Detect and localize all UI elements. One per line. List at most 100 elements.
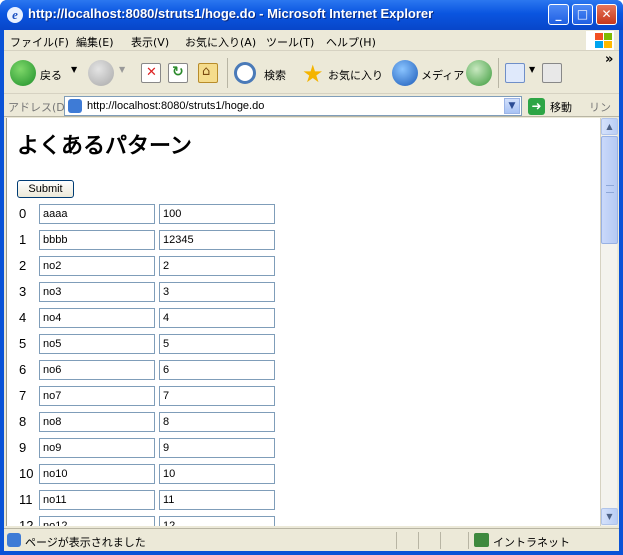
title-bar[interactable]: e http://localhost:8080/struts1/hoge.do … — [0, 0, 623, 30]
address-label: アドレス(D) — [8, 101, 70, 114]
row-index: 0 — [19, 206, 27, 221]
row-index: 3 — [19, 284, 27, 299]
row-name-input[interactable] — [39, 230, 155, 250]
browser-window: e http://localhost:8080/struts1/hoge.do … — [0, 0, 623, 555]
row-value-input[interactable] — [159, 438, 275, 458]
home-icon[interactable]: ⌂ — [198, 63, 218, 83]
row-index: 4 — [19, 310, 27, 325]
row-name-input[interactable] — [39, 256, 155, 276]
go-button[interactable]: ➜ 移動 — [528, 97, 584, 115]
row-index: 8 — [19, 414, 27, 429]
standard-toolbar: 戻る ▼ ▼ ✕ ↻ ⌂ 検索 ★ お気に入り メディア ▼ » — [4, 52, 619, 94]
toolbar-separator — [227, 58, 228, 88]
form-row: 5 — [17, 334, 317, 354]
form-row: 2 — [17, 256, 317, 276]
print-icon[interactable] — [542, 63, 562, 83]
refresh-icon[interactable]: ↻ — [168, 63, 188, 83]
back-label[interactable]: 戻る — [40, 67, 62, 83]
row-value-input[interactable] — [159, 360, 275, 380]
intranet-zone-icon — [474, 533, 489, 547]
form-row: 10 — [17, 464, 317, 484]
page-title: よくあるパターン — [17, 134, 192, 159]
menu-file[interactable]: ファイル(F) — [10, 34, 69, 50]
row-index: 2 — [19, 258, 27, 273]
row-value-input[interactable] — [159, 308, 275, 328]
row-value-input[interactable] — [159, 464, 275, 484]
vertical-scrollbar[interactable]: ▲ ▼ — [600, 118, 618, 526]
row-index: 1 — [19, 232, 27, 247]
window-title: http://localhost:8080/struts1/hoge.do - … — [28, 6, 434, 21]
menu-favorites[interactable]: お気に入り(A) — [185, 34, 256, 50]
scroll-down-icon[interactable]: ▼ — [601, 508, 618, 525]
forward-dropdown-icon[interactable]: ▼ — [119, 65, 125, 74]
media-label[interactable]: メディア — [421, 67, 464, 83]
status-divider — [468, 532, 469, 549]
menu-help[interactable]: ヘルプ(H) — [326, 34, 376, 50]
row-value-input[interactable] — [159, 386, 275, 406]
row-index: 10 — [19, 466, 34, 481]
row-value-input[interactable] — [159, 334, 275, 354]
menu-edit[interactable]: 編集(E) — [76, 34, 114, 50]
go-label[interactable]: 移動 — [550, 99, 572, 115]
row-name-input[interactable] — [39, 490, 155, 510]
back-dropdown-icon[interactable]: ▼ — [71, 65, 77, 74]
menu-view[interactable]: 表示(V) — [131, 34, 169, 50]
row-value-input[interactable] — [159, 490, 275, 510]
toolbar-overflow-icon[interactable]: » — [605, 52, 613, 67]
go-arrow-icon[interactable]: ➜ — [528, 98, 545, 115]
row-name-input[interactable] — [39, 360, 155, 380]
row-name-input[interactable] — [39, 464, 155, 484]
form-row: 7 — [17, 386, 317, 406]
page-icon — [68, 99, 82, 113]
form-row: 1 — [17, 230, 317, 250]
row-name-input[interactable] — [39, 308, 155, 328]
row-name-input[interactable] — [39, 516, 155, 526]
address-url[interactable]: http://localhost:8080/struts1/hoge.do — [87, 100, 264, 112]
row-index: 5 — [19, 336, 27, 351]
row-index: 7 — [19, 388, 27, 403]
toolbar-separator — [498, 58, 499, 88]
scroll-up-icon[interactable]: ▲ — [601, 118, 618, 135]
form-row: 0 — [17, 204, 317, 224]
row-value-input[interactable] — [159, 412, 275, 432]
menu-tools[interactable]: ツール(T) — [266, 34, 314, 50]
address-input[interactable]: http://localhost:8080/struts1/hoge.do ▼ — [64, 96, 522, 116]
address-bar: アドレス(D) http://localhost:8080/struts1/ho… — [4, 95, 619, 130]
row-value-input[interactable] — [159, 256, 275, 276]
row-name-input[interactable] — [39, 438, 155, 458]
row-name-input[interactable] — [39, 412, 155, 432]
row-name-input[interactable] — [39, 204, 155, 224]
back-arrow-icon[interactable] — [10, 60, 36, 86]
favorites-label[interactable]: お気に入り — [328, 67, 383, 83]
status-divider — [418, 532, 419, 549]
row-value-input[interactable] — [159, 282, 275, 302]
row-index: 11 — [19, 492, 33, 507]
ie-logo-icon: e — [7, 7, 23, 23]
page-content: よくあるパターン Submit 0 1 2 3 — [6, 118, 600, 526]
media-globe-icon[interactable] — [392, 60, 418, 86]
mail-icon[interactable] — [505, 63, 525, 83]
submit-button[interactable]: Submit — [17, 180, 74, 198]
search-label[interactable]: 検索 — [264, 67, 286, 83]
scroll-thumb[interactable] — [601, 136, 618, 244]
row-value-input[interactable] — [159, 516, 275, 526]
close-button[interactable]: ✕ — [596, 4, 617, 25]
forward-arrow-icon[interactable] — [88, 60, 114, 86]
row-name-input[interactable] — [39, 386, 155, 406]
form-row: 12 — [17, 516, 317, 526]
minimize-button[interactable]: _ — [548, 4, 569, 25]
mail-dropdown-icon[interactable]: ▼ — [529, 65, 535, 74]
favorites-star-icon[interactable]: ★ — [302, 60, 324, 88]
stop-icon[interactable]: ✕ — [141, 63, 161, 83]
history-icon[interactable] — [466, 60, 492, 86]
search-icon[interactable] — [234, 62, 256, 84]
status-text: ページが表示されました — [25, 536, 146, 549]
row-value-input[interactable] — [159, 230, 275, 250]
row-name-input[interactable] — [39, 334, 155, 354]
browser-frame: ファイル(F) 編集(E) 表示(V) お気に入り(A) ツール(T) ヘルプ(… — [4, 30, 619, 551]
form-row: 11 — [17, 490, 317, 510]
maximize-button[interactable]: □ — [572, 4, 593, 25]
address-dropdown-icon[interactable]: ▼ — [504, 98, 520, 114]
row-name-input[interactable] — [39, 282, 155, 302]
row-value-input[interactable] — [159, 204, 275, 224]
